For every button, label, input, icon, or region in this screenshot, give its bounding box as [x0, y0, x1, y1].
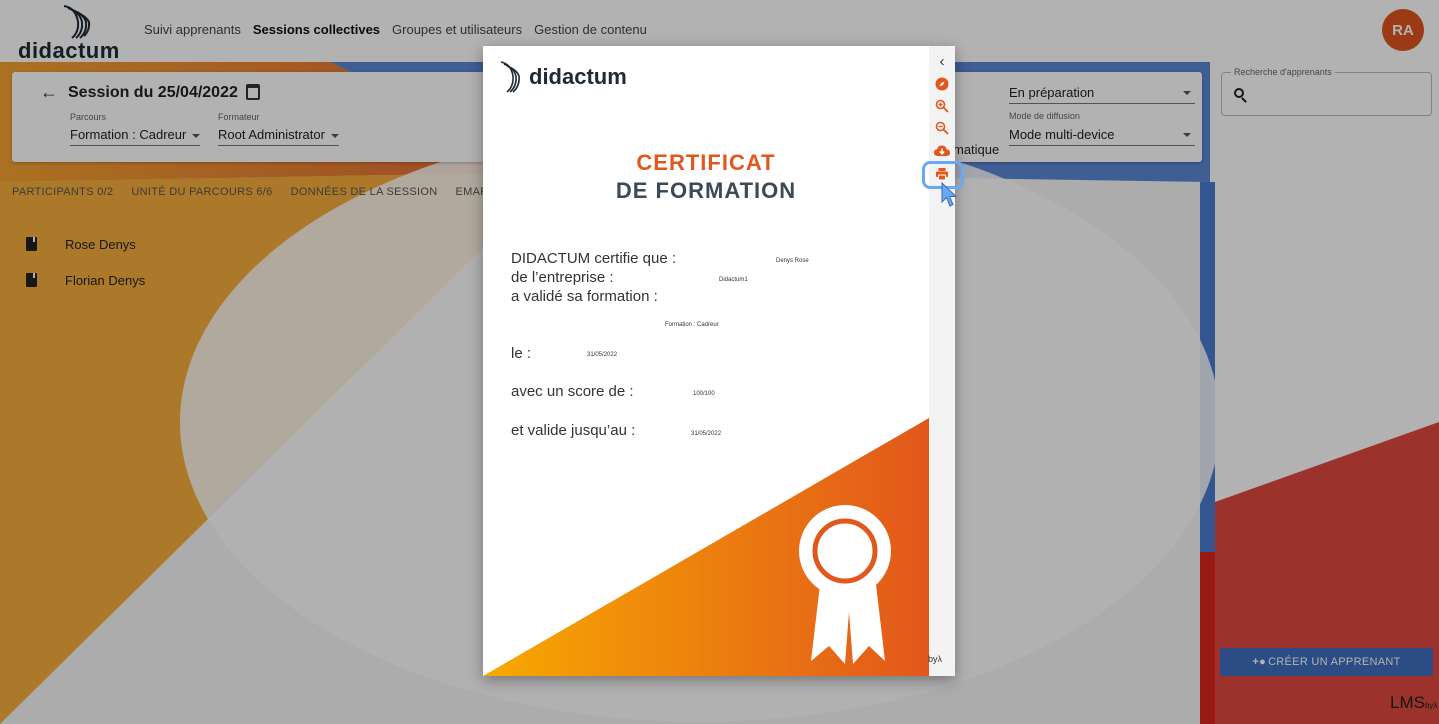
certificate-title: CERTIFICAT [636, 150, 776, 175]
certificate-decoration [483, 418, 929, 676]
date-label: le : [511, 345, 532, 362]
viewer-toolbar: ‹ [929, 46, 955, 676]
formation-value: Formation : Cadreur [665, 322, 719, 328]
download-icon[interactable] [932, 141, 952, 161]
chevron-left-icon[interactable]: ‹ [932, 51, 952, 71]
score-label: avec un score de : [511, 383, 634, 400]
by-lambda-logo: byλ [928, 654, 943, 664]
valid-until-value: 31/05/2022 [691, 431, 722, 437]
score-value: 100/100 [693, 391, 715, 397]
date-value: 31/05/2022 [587, 352, 618, 358]
entreprise-value: Didactum1 [719, 277, 748, 283]
certificate-logo-text: didactum [529, 64, 627, 89]
fingerprint-logo-icon [500, 61, 520, 93]
formation-label: a validé sa formation : [511, 288, 658, 305]
certifie-label: DIDACTUM certifie que : [511, 250, 677, 267]
valid-until-label: et valide jusqu’au : [511, 422, 636, 439]
certificate-viewer: didactum CERTIFICAT DE FORMATION DIDACTU… [483, 46, 955, 676]
mouse-cursor-icon [941, 182, 958, 207]
zoom-out-icon[interactable] [932, 118, 952, 138]
zoom-in-icon[interactable] [932, 96, 952, 116]
compass-icon[interactable] [932, 74, 952, 94]
learner-name-value: Denys Rose [776, 258, 809, 264]
certificate-subtitle: DE FORMATION [615, 178, 797, 203]
entreprise-label: de l’entreprise : [511, 269, 614, 286]
certificate-page: didactum CERTIFICAT DE FORMATION DIDACTU… [483, 46, 929, 676]
